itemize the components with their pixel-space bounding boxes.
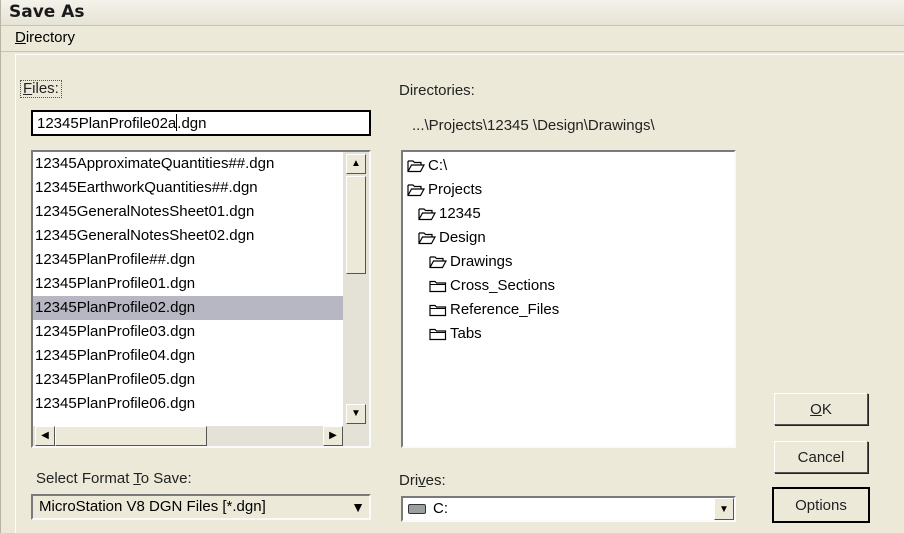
directory-tree-item[interactable]: Cross_Sections — [429, 274, 555, 298]
horizontal-scroll-thumb[interactable] — [55, 426, 207, 446]
options-button[interactable]: Options — [772, 487, 870, 523]
drives-label: Drives: — [399, 472, 446, 489]
directory-tree-label: Projects — [428, 181, 483, 198]
dropdown-arrow-icon[interactable]: ▼ — [351, 499, 365, 515]
cancel-button[interactable]: Cancel — [774, 441, 868, 473]
hard-drive-icon — [408, 504, 426, 514]
directory-tree-label: C:\ — [428, 157, 448, 174]
directory-tree-item[interactable]: Design — [418, 226, 486, 250]
files-list: 12345ApproximateQuantities##.dgn 12345Ear… — [33, 152, 343, 416]
title-bar[interactable]: Save As — [1, 0, 904, 26]
file-list-item[interactable]: 12345PlanProfile03.dgn — [33, 320, 343, 344]
files-label-text: iles: — [32, 80, 59, 97]
open-folder-icon — [429, 256, 447, 269]
file-list-item[interactable]: 12345PlanProfile06.dgn — [33, 392, 343, 416]
menu-bar: Directory — [1, 26, 904, 52]
dialog-title: Save As — [9, 2, 85, 22]
dropdown-arrow-icon[interactable]: ▼ — [714, 498, 734, 520]
file-list-item[interactable]: 12345ApproximateQuantities##.dgn — [33, 152, 343, 176]
files-listbox[interactable]: 12345ApproximateQuantities##.dgn 12345Ear… — [31, 150, 371, 448]
file-list-item[interactable]: 12345PlanProfile02.dgn — [33, 296, 343, 320]
open-folder-icon — [407, 184, 425, 197]
save-as-dialog: Save As Directory Files: 12345PlanProfil… — [0, 0, 904, 533]
ok-label: K — [821, 400, 832, 418]
directory-tree-item[interactable]: 12345 — [418, 202, 481, 226]
folder-icon — [429, 280, 447, 293]
filename-text-before-caret: 12345PlanProfile02a — [37, 115, 177, 132]
file-list-item[interactable]: 12345GeneralNotesSheet02.dgn — [33, 224, 343, 248]
file-list-item[interactable]: 12345GeneralNotesSheet01.dgn — [33, 200, 343, 224]
file-list-item[interactable]: 12345EarthworkQuantities##.dgn — [33, 176, 343, 200]
directory-tree-item[interactable]: Reference_Files — [429, 298, 559, 322]
scroll-left-arrow-icon[interactable]: ◀ — [35, 426, 55, 446]
scroll-up-arrow-icon[interactable]: ▲ — [346, 154, 366, 174]
directory-tree-item[interactable]: Drawings — [429, 250, 513, 274]
file-list-item[interactable]: 12345PlanProfile01.dgn — [33, 272, 343, 296]
drive-selected-value: C: — [433, 500, 448, 517]
menu-directory-mnemonic: D — [15, 29, 26, 46]
drives-label-mnemonic: v — [418, 472, 426, 489]
directory-tree-label: Tabs — [450, 325, 482, 342]
directory-tree-item[interactable]: Projects — [407, 178, 482, 202]
filename-input[interactable]: 12345PlanProfile02a.dgn — [31, 110, 371, 136]
directories-label: Directories: — [399, 82, 475, 99]
drives-label-post: es: — [425, 472, 446, 489]
files-vertical-scrollbar[interactable]: ▲ ▼ — [343, 152, 369, 426]
filename-text-after-caret: dgn — [181, 115, 207, 132]
directory-tree-label: Cross_Sections — [450, 277, 556, 294]
open-folder-icon — [418, 232, 436, 245]
open-folder-icon — [407, 160, 425, 173]
directory-tree-item[interactable]: Tabs — [429, 322, 482, 346]
open-folder-icon — [418, 208, 436, 221]
directory-tree-label: Design — [439, 229, 486, 246]
folder-icon — [429, 304, 447, 317]
menu-directory-label: irectory — [25, 29, 76, 46]
files-horizontal-scrollbar[interactable]: ◀ ▶ — [33, 426, 369, 446]
directory-tree-item[interactable]: C:\ — [407, 154, 447, 178]
directories-tree[interactable]: C:\ Projects 12345 Design Drawings Cross_Sect… — [401, 150, 736, 448]
menu-directory[interactable]: Directory — [15, 29, 75, 46]
format-label-pre: Select Format — [36, 470, 134, 487]
files-label: Files: — [20, 80, 62, 98]
format-select[interactable]: MicroStation V8 DGN Files [*.dgn] ▼ — [31, 494, 371, 520]
ok-button[interactable]: OK — [774, 393, 868, 425]
file-list-item[interactable]: 12345PlanProfile##.dgn — [33, 248, 343, 272]
drives-label-pre: Dri — [399, 472, 419, 489]
files-label-mnemonic: F — [23, 80, 33, 97]
current-directory-path: ...\Projects\12345 \Design\Drawings\ — [412, 117, 655, 134]
scroll-right-arrow-icon[interactable]: ▶ — [323, 426, 343, 446]
format-label: Select Format To Save: — [36, 470, 192, 487]
vertical-scroll-thumb[interactable] — [346, 176, 366, 274]
file-list-item[interactable]: 12345PlanProfile05.dgn — [33, 368, 343, 392]
directory-tree-label: 12345 — [439, 205, 481, 222]
ok-mnemonic: O — [810, 400, 822, 418]
directory-tree-label: Drawings — [450, 253, 513, 270]
scroll-down-arrow-icon[interactable]: ▼ — [346, 404, 366, 424]
drives-select[interactable]: C: ▼ — [401, 496, 736, 522]
directory-tree-label: Reference_Files — [450, 301, 560, 318]
folder-icon — [429, 328, 447, 341]
format-label-post: o Save: — [140, 470, 192, 487]
file-list-item[interactable]: 12345PlanProfile04.dgn — [33, 344, 343, 368]
format-selected-value: MicroStation V8 DGN Files [*.dgn] — [39, 498, 266, 515]
format-label-mnemonic: T — [133, 470, 141, 487]
